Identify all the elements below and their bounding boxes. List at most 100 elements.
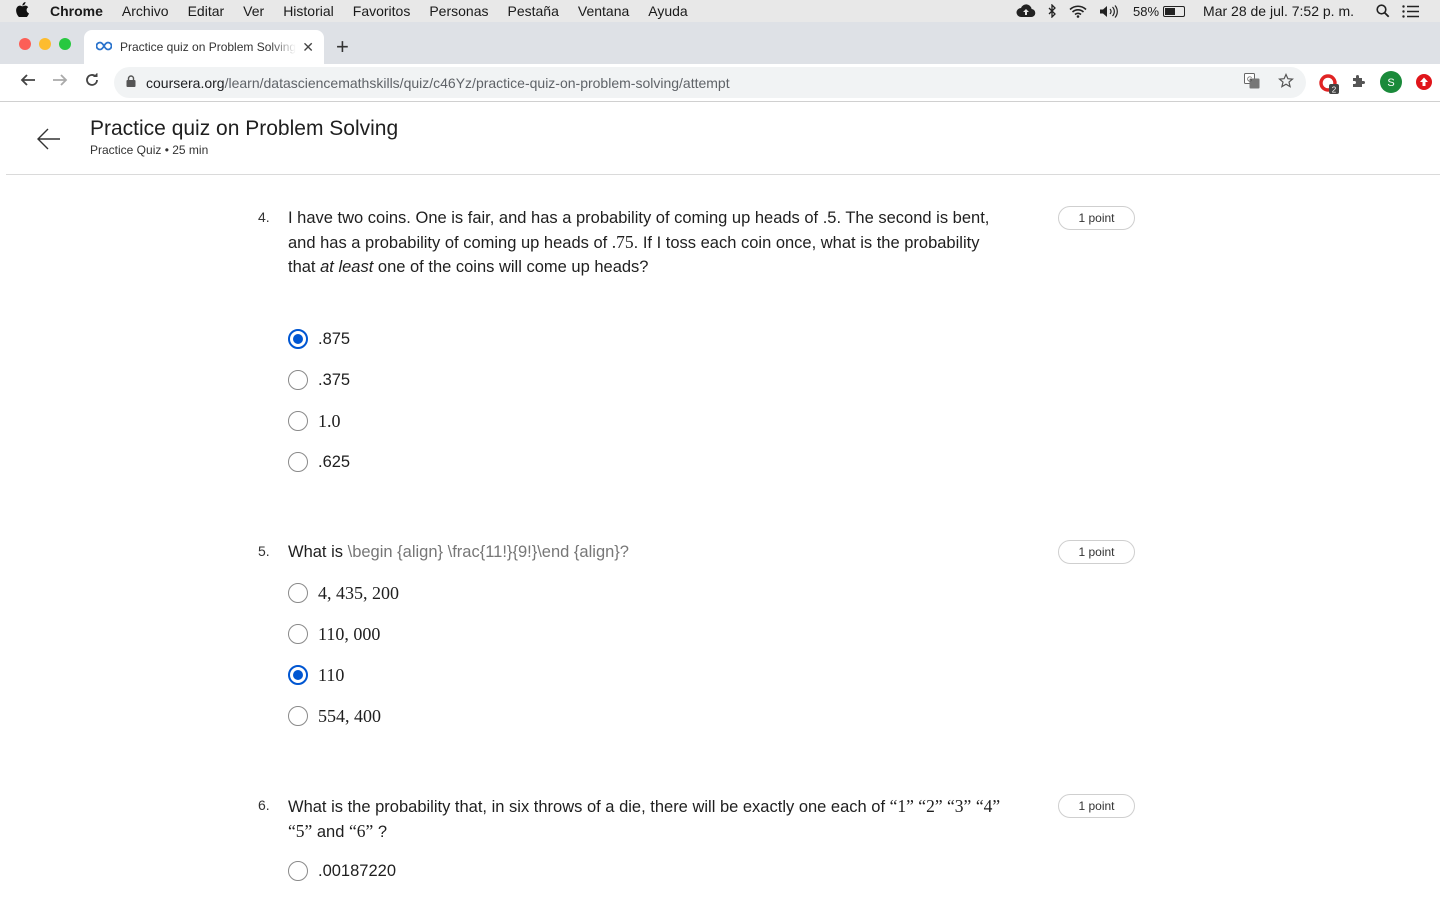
menu-pestana[interactable]: Pestaña	[508, 3, 559, 19]
answer-option[interactable]: 1.0	[288, 410, 341, 432]
answer-option[interactable]: 4, 435, 200	[288, 582, 399, 604]
macos-menu-bar: Chrome Archivo Editar Ver Historial Favo…	[0, 0, 1440, 22]
bookmark-star-icon[interactable]	[1278, 72, 1294, 93]
quiz-header: Practice quiz on Problem Solving Practic…	[6, 102, 1440, 175]
volume-icon[interactable]	[1099, 4, 1121, 18]
wifi-icon[interactable]	[1069, 5, 1087, 18]
option-label: 110, 000	[318, 623, 381, 644]
answer-option[interactable]: 110	[288, 664, 344, 686]
radio-button[interactable]	[288, 411, 308, 431]
browser-tab-active[interactable]: Practice quiz on Problem Solving ✕	[84, 30, 324, 64]
battery-icon	[1163, 5, 1186, 17]
answer-option[interactable]: .00187220	[288, 860, 396, 882]
close-window-button[interactable]	[19, 38, 31, 50]
update-alert-icon[interactable]	[1415, 73, 1433, 91]
menu-ventana[interactable]: Ventana	[578, 3, 629, 19]
question-math: .75	[611, 232, 634, 252]
points-badge: 1 point	[1058, 794, 1135, 818]
question-latex: \begin {align} \frac{11!}{9!}\end {align…	[347, 543, 629, 561]
extensions-puzzle-icon[interactable]	[1351, 73, 1367, 89]
menu-personas[interactable]: Personas	[429, 3, 488, 19]
back-nav-icon[interactable]	[12, 72, 44, 93]
answer-option[interactable]: .875	[288, 328, 350, 350]
page-title: Practice quiz on Problem Solving	[90, 117, 399, 140]
menu-editar[interactable]: Editar	[188, 3, 225, 19]
page-subtitle: Practice Quiz • 25 min	[90, 143, 209, 157]
question-text: What is the probability that, in six thr…	[288, 794, 1008, 844]
question-text-part: What is the probability that, in six thr…	[288, 798, 890, 816]
answer-option[interactable]: .375	[288, 369, 350, 391]
menubar-clock[interactable]: Mar 28 de jul. 7:52 p. m.	[1203, 3, 1354, 19]
window-controls	[19, 38, 79, 50]
option-label: .375	[318, 370, 351, 389]
question-math: “6”	[349, 821, 374, 841]
option-label: .00187220	[318, 861, 396, 880]
question-text-part: one of the coins will come up heads?	[373, 258, 649, 276]
answer-option[interactable]: 110, 000	[288, 623, 380, 645]
question-emphasis: at least	[320, 258, 374, 276]
url-domain: coursera.org	[146, 74, 225, 91]
svg-text:G: G	[1247, 76, 1252, 83]
question-number: 5.	[258, 543, 270, 559]
close-tab-icon[interactable]: ✕	[302, 39, 314, 56]
question-text-part: What is	[288, 543, 348, 561]
extension-badge: 2	[1332, 86, 1337, 95]
bluetooth-icon[interactable]	[1048, 4, 1057, 18]
points-badge: 1 point	[1058, 206, 1135, 230]
menu-favoritos[interactable]: Favoritos	[353, 3, 411, 19]
question-text-part: ?	[373, 823, 388, 841]
lock-icon[interactable]	[126, 75, 136, 90]
reload-icon[interactable]	[76, 72, 108, 93]
minimize-window-button[interactable]	[39, 38, 51, 50]
back-arrow-icon[interactable]	[36, 126, 62, 152]
radio-button[interactable]	[288, 624, 308, 644]
apple-icon[interactable]	[16, 1, 36, 21]
spotlight-search-icon[interactable]	[1376, 4, 1390, 18]
question-text: I have two coins. One is fair, and has a…	[288, 206, 1008, 279]
answer-option[interactable]: .625	[288, 451, 350, 473]
quiz-page: Practice quiz on Problem Solving Practic…	[6, 102, 1440, 900]
browser-toolbar: coursera.org/learn/datasciencemathskills…	[0, 64, 1440, 102]
question-number: 6.	[258, 797, 270, 813]
menu-archivo[interactable]: Archivo	[122, 3, 169, 19]
profile-avatar[interactable]: S	[1380, 71, 1402, 93]
radio-button[interactable]	[288, 329, 308, 349]
battery-percent: 58%	[1133, 3, 1160, 19]
radio-button[interactable]	[288, 370, 308, 390]
profile-initial: S	[1387, 77, 1394, 89]
extension-red-icon[interactable]: 2	[1318, 73, 1340, 95]
omnibox-actions: G	[1226, 72, 1294, 93]
answer-option[interactable]: 554, 400	[288, 705, 381, 727]
translate-icon[interactable]: G	[1244, 72, 1260, 93]
battery-status[interactable]: 58%	[1133, 3, 1186, 19]
radio-button[interactable]	[288, 706, 308, 726]
menu-app-name[interactable]: Chrome	[50, 3, 103, 19]
notification-center-icon[interactable]	[1402, 4, 1420, 18]
radio-button[interactable]	[288, 583, 308, 603]
url-path: /learn/datasciencemathskills/quiz/c46Yz/…	[224, 74, 730, 91]
new-tab-button[interactable]: +	[336, 34, 349, 60]
battery-fill	[1165, 7, 1176, 15]
question-text-part: and	[312, 823, 349, 841]
radio-button[interactable]	[288, 452, 308, 472]
address-bar[interactable]: coursera.org/learn/datasciencemathskills…	[114, 67, 1306, 98]
option-label: .875	[318, 329, 351, 348]
forward-nav-icon[interactable]	[44, 72, 76, 93]
radio-button[interactable]	[288, 861, 308, 881]
tab-title: Practice quiz on Problem Solving	[120, 40, 297, 54]
option-label: 4, 435, 200	[318, 582, 399, 603]
menu-ayuda[interactable]: Ayuda	[648, 3, 687, 19]
question-number: 4.	[258, 209, 270, 225]
menu-ver[interactable]: Ver	[243, 3, 264, 19]
points-badge: 1 point	[1058, 540, 1135, 564]
radio-button[interactable]	[288, 665, 308, 685]
option-label: 554, 400	[318, 705, 381, 726]
menu-historial[interactable]: Historial	[283, 3, 334, 19]
question-math: “1” “2” “3”	[889, 796, 972, 816]
option-label: 110	[318, 664, 345, 685]
cloud-upload-icon[interactable]	[1016, 4, 1036, 18]
maximize-window-button[interactable]	[59, 38, 71, 50]
menubar-status-area: 58% Mar 28 de jul. 7:52 p. m.	[1016, 0, 1440, 22]
coursera-favicon-icon	[95, 40, 113, 54]
question-text: What is \begin {align} \frac{11!}{9!}\en…	[288, 540, 1008, 564]
